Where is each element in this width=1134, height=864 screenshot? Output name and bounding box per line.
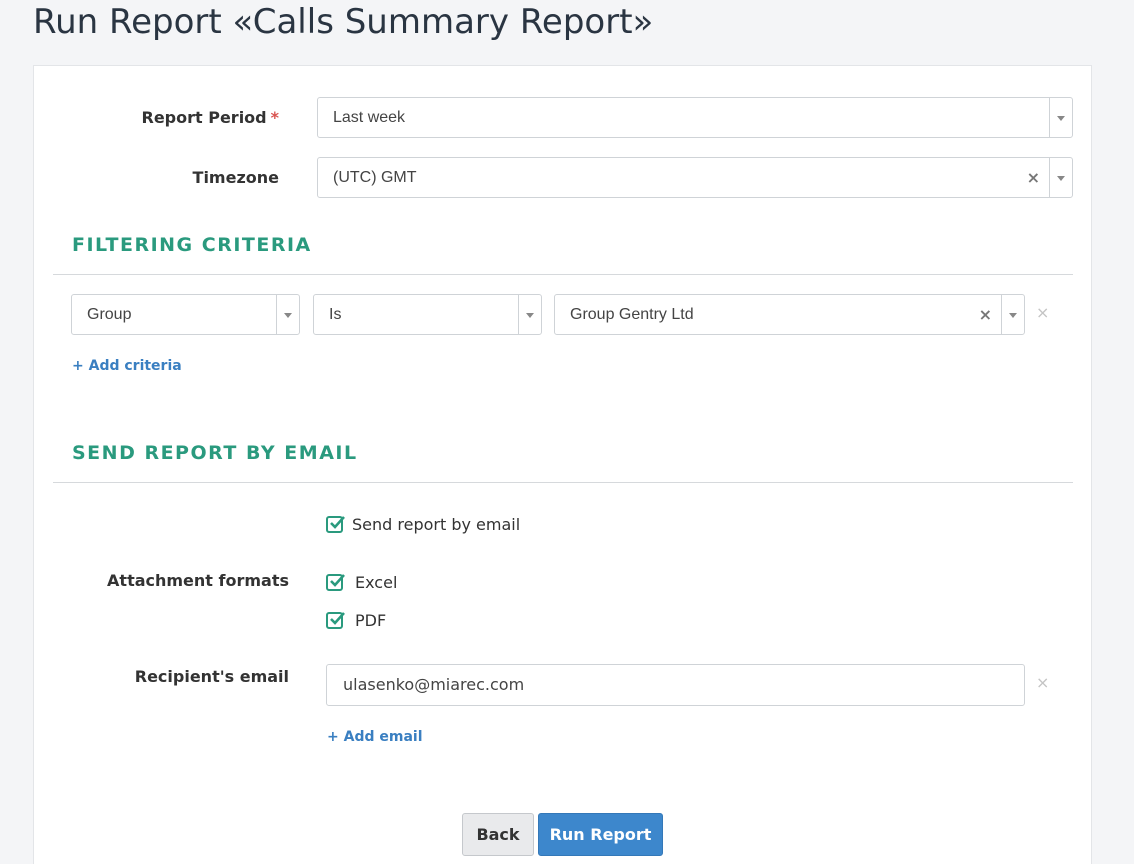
- criteria-value-text: Group Gentry Ltd: [570, 306, 694, 323]
- criteria-value-dropdown-toggle[interactable]: [1001, 295, 1024, 334]
- add-email-label: Add email: [343, 729, 423, 745]
- remove-email-icon[interactable]: ×: [1036, 673, 1049, 692]
- pdf-label: PDF: [355, 611, 387, 630]
- criteria-operator-value: Is: [329, 306, 342, 323]
- timezone-value: (UTC) GMT: [333, 169, 417, 186]
- checkbox-checked-icon: [326, 516, 345, 533]
- plus-icon: +: [327, 729, 339, 745]
- section-divider: [53, 482, 1073, 483]
- report-form-panel: Report Period * Last week Timezone (UTC) …: [33, 65, 1092, 864]
- send-email-checkbox[interactable]: Send report by email: [326, 515, 520, 534]
- recipient-email-label: Recipient's email: [134, 667, 289, 686]
- chevron-down-icon: [1057, 116, 1065, 121]
- criteria-field-dropdown-toggle[interactable]: [276, 295, 299, 334]
- chevron-down-icon: [1009, 313, 1017, 318]
- timezone-clear-icon[interactable]: ×: [1027, 158, 1040, 197]
- add-criteria-link[interactable]: + Add criteria: [72, 358, 182, 374]
- criteria-operator-dropdown-toggle[interactable]: [518, 295, 541, 334]
- chevron-down-icon: [284, 313, 292, 318]
- checkbox-checked-icon: [326, 612, 345, 629]
- timezone-dropdown-toggle[interactable]: [1049, 158, 1072, 197]
- excel-label: Excel: [355, 573, 398, 592]
- criteria-value-select[interactable]: Group Gentry Ltd ×: [554, 294, 1025, 335]
- add-email-link[interactable]: + Add email: [327, 729, 423, 745]
- criteria-operator-select[interactable]: Is: [313, 294, 542, 335]
- back-button[interactable]: Back: [462, 813, 534, 856]
- send-report-title: SEND REPORT BY EMAIL: [72, 442, 358, 464]
- criteria-field-select[interactable]: Group: [71, 294, 300, 335]
- attachment-formats-label: Attachment formats: [107, 571, 289, 590]
- pdf-checkbox[interactable]: PDF: [326, 611, 386, 630]
- page-title: Run Report «Calls Summary Report»: [33, 2, 654, 42]
- report-period-select[interactable]: Last week: [317, 97, 1073, 138]
- report-period-label-text: Report Period: [141, 108, 267, 127]
- recipient-email-input[interactable]: ulasenko@miarec.com: [326, 664, 1025, 706]
- chevron-down-icon: [526, 313, 534, 318]
- excel-checkbox[interactable]: Excel: [326, 573, 397, 592]
- filtering-criteria-title: FILTERING CRITERIA: [72, 234, 312, 256]
- required-mark: *: [270, 108, 279, 127]
- add-criteria-label: Add criteria: [88, 358, 182, 374]
- criteria-field-value: Group: [87, 306, 132, 323]
- section-divider: [53, 274, 1073, 275]
- remove-criteria-icon[interactable]: ×: [1036, 303, 1049, 322]
- chevron-down-icon: [1057, 176, 1065, 181]
- report-period-value: Last week: [333, 109, 406, 126]
- report-period-label: Report Period *: [142, 108, 280, 127]
- checkbox-checked-icon: [326, 574, 345, 591]
- timezone-select[interactable]: (UTC) GMT ×: [317, 157, 1073, 198]
- plus-icon: +: [72, 358, 84, 374]
- run-report-button[interactable]: Run Report: [538, 813, 663, 856]
- timezone-label: Timezone: [192, 168, 279, 187]
- criteria-value-clear-icon[interactable]: ×: [979, 295, 992, 334]
- report-period-dropdown-toggle[interactable]: [1049, 98, 1072, 137]
- send-email-label: Send report by email: [352, 515, 521, 534]
